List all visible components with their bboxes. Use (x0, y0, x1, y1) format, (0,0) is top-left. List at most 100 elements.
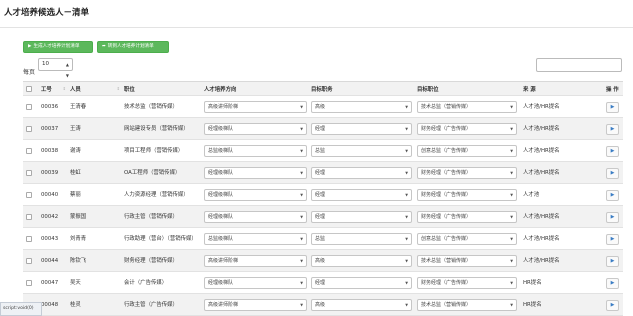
col-name[interactable]: 人员 ⇕ (70, 82, 122, 95)
target-position-select[interactable]: 财务经理（广告传媒） ▼ (417, 189, 517, 201)
row-name: 蔡丽 (70, 191, 81, 198)
row-action-button[interactable]: ▶ (606, 102, 619, 113)
target-rank-select[interactable]: 高级 ▼ (311, 255, 412, 267)
target-position-value: 创意总监（广告传媒） (421, 236, 472, 242)
direction-select[interactable]: 经理级梯队 ▼ (204, 167, 307, 179)
col-target-position[interactable]: 目标职位 (417, 82, 517, 95)
col-source[interactable]: 来 源 (523, 82, 601, 95)
target-rank-value: 经理 (315, 214, 326, 220)
target-position-select[interactable]: 技术总监（营销传媒） ▼ (417, 255, 517, 267)
row-id: 00040 (41, 191, 59, 198)
target-position-select[interactable]: 财务经理（广告传媒） ▼ (417, 277, 517, 289)
caret-down-icon: ▼ (300, 281, 303, 285)
direction-select[interactable]: 总监级梯队 ▼ (204, 145, 307, 157)
target-rank-select[interactable]: 经理 ▼ (311, 211, 412, 223)
target-position-value: 财务经理（广告传媒） (421, 192, 472, 198)
target-position-select[interactable]: 财务经理（广告传媒） ▼ (417, 211, 517, 223)
target-rank-select[interactable]: 总监 ▼ (311, 233, 412, 245)
row-name: 吴天 (70, 279, 81, 286)
row-select-cell (26, 162, 32, 183)
target-position-select[interactable]: 财务经理（广告传媒） ▼ (417, 123, 517, 135)
col-id[interactable]: 工号 ⇕ (41, 82, 68, 95)
row-checkbox[interactable] (26, 235, 32, 242)
direction-select[interactable]: 高级讲师阶梯 ▼ (204, 101, 307, 113)
generate-plan-button[interactable]: ▶ 生成人才培养计划清单 (23, 41, 93, 53)
row-action-button[interactable]: ▶ (606, 278, 619, 289)
target-position-select[interactable]: 技术总监（营销传媒） ▼ (417, 101, 517, 113)
play-icon: ▶ (610, 126, 615, 132)
switch-plan-label: 转到人才培养计划清单 (107, 44, 154, 49)
row-action-button[interactable]: ▶ (606, 190, 619, 201)
row-checkbox[interactable] (26, 103, 32, 110)
direction-select[interactable]: 经理级梯队 ▼ (204, 277, 307, 289)
target-rank-value: 总监 (315, 236, 326, 242)
row-checkbox[interactable] (26, 147, 32, 154)
target-rank-select[interactable]: 高级 ▼ (311, 101, 412, 113)
target-position-value: 财务经理（广告传媒） (421, 126, 472, 132)
target-rank-select[interactable]: 经理 ▼ (311, 277, 412, 289)
select-all-checkbox[interactable] (26, 85, 32, 92)
target-rank-select[interactable]: 经理 ▼ (311, 167, 412, 179)
row-action-button[interactable]: ▶ (606, 256, 619, 267)
target-rank-value: 经理 (315, 126, 326, 132)
row-action-button[interactable]: ▶ (606, 124, 619, 135)
row-name: 王涛 (70, 125, 81, 132)
direction-select[interactable]: 高级讲师阶梯 ▼ (204, 255, 307, 267)
caret-down-icon: ▼ (510, 259, 513, 263)
row-checkbox[interactable] (26, 191, 32, 198)
sort-icon: ⇕ (62, 86, 66, 91)
caret-down-icon: ▼ (510, 303, 513, 307)
search-input[interactable] (536, 58, 622, 72)
row-checkbox[interactable] (26, 257, 32, 264)
row-checkbox[interactable] (26, 213, 32, 220)
direction-select[interactable]: 总监级梯队 ▼ (204, 233, 307, 245)
row-checkbox[interactable] (26, 125, 32, 132)
row-action-button[interactable]: ▶ (606, 300, 619, 311)
table-row: 00044 陈钦飞 财务经理（营销传媒） 高级讲师阶梯 ▼ 高级 ▼ 技术总监（营销传媒） ▼ 人… (23, 250, 623, 272)
target-position-select[interactable]: 技术总监（营销传媒） ▼ (417, 299, 517, 311)
play-icon: ▶ (610, 236, 615, 242)
direction-select[interactable]: 高级讲师阶梯 ▼ (204, 299, 307, 311)
row-checkbox[interactable] (26, 279, 32, 286)
target-position-select[interactable]: 财务经理（广告传媒） ▼ (417, 167, 517, 179)
target-position-select[interactable]: 创意总监（广告传媒） ▼ (417, 233, 517, 245)
row-source: 人才池/HR提名 (523, 257, 560, 264)
share-icon: ➦ (102, 44, 106, 49)
row-source: 人才池/HR提名 (523, 147, 560, 154)
per-page-select[interactable]: 10 ▲ ▼ (38, 58, 73, 78)
col-direction[interactable]: 人才培养方向 (204, 82, 307, 95)
row-position: 技术总监（营销传媒） (124, 103, 178, 110)
direction-select[interactable]: 经理级梯队 ▼ (204, 123, 307, 135)
caret-down-icon: ▼ (510, 105, 513, 109)
row-position: 行政主管（营销传媒） (124, 213, 178, 220)
direction-select[interactable]: 经理级梯队 ▼ (204, 189, 307, 201)
row-action-button[interactable]: ▶ (606, 168, 619, 179)
col-target-rank[interactable]: 目标职务 (311, 82, 412, 95)
direction-select[interactable]: 经理级梯队 ▼ (204, 211, 307, 223)
per-page-label: 每页 (23, 69, 36, 76)
row-checkbox[interactable] (26, 169, 32, 176)
col-id-label: 工号 (41, 86, 52, 93)
direction-value: 经理级梯队 (208, 280, 234, 286)
row-id: 00039 (41, 169, 59, 176)
row-position: OA工程师（营销传媒） (124, 169, 181, 176)
target-rank-select[interactable]: 总监 ▼ (311, 145, 412, 157)
direction-value: 经理级梯队 (208, 214, 234, 220)
row-name: 蒙振国 (70, 213, 87, 220)
play-icon: ▶ (28, 44, 32, 49)
switch-plan-button[interactable]: ➦ 转到人才培养计划清单 (97, 41, 169, 53)
table-row: 00036 王清春 技术总监（营销传媒） 高级讲师阶梯 ▼ 高级 ▼ 技术总监（营销传媒） ▼ 人… (23, 96, 623, 118)
col-position[interactable]: 职位 (124, 82, 202, 95)
target-position-select[interactable]: 创意总监（广告传媒） ▼ (417, 145, 517, 157)
row-action-button[interactable]: ▶ (606, 234, 619, 245)
row-action-button[interactable]: ▶ (606, 212, 619, 223)
row-position: 财务经理（营销传媒） (124, 257, 178, 264)
row-select-cell (26, 272, 32, 293)
caret-down-icon: ▼ (405, 193, 408, 197)
target-rank-select[interactable]: 经理 ▼ (311, 123, 412, 135)
direction-value: 经理级梯队 (208, 170, 234, 176)
target-rank-select[interactable]: 高级 ▼ (311, 299, 412, 311)
target-rank-select[interactable]: 经理 ▼ (311, 189, 412, 201)
row-action-button[interactable]: ▶ (606, 146, 619, 157)
target-rank-value: 经理 (315, 170, 326, 176)
